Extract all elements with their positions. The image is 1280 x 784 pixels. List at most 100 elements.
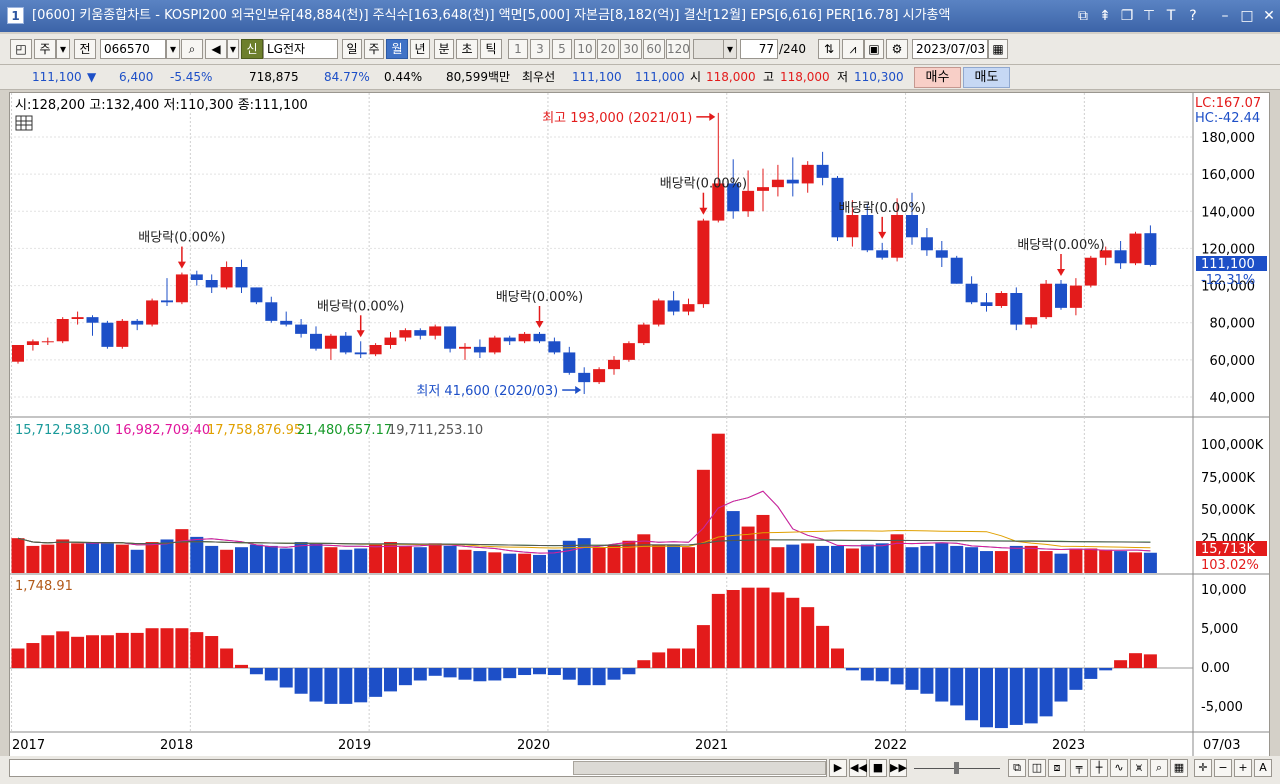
pin-icon[interactable]: ⇞ — [1094, 0, 1116, 32]
oscillator-bar — [994, 668, 1008, 729]
volume-bar — [756, 514, 770, 573]
overlay-icon[interactable]: ⧈ — [1048, 759, 1066, 777]
best-quote-label: 최우선 — [522, 70, 556, 84]
zoom-out-icon[interactable]: − — [1214, 759, 1232, 777]
date-input[interactable]: 2023/07/03 — [912, 39, 988, 59]
interval-1[interactable]: 1 — [508, 39, 528, 59]
crosshair-icon[interactable]: ✛ — [1194, 759, 1212, 777]
candle-body — [190, 274, 203, 280]
stock-code-input[interactable]: 066570 — [100, 39, 166, 59]
speaker-icon[interactable]: ◀ — [205, 39, 227, 59]
link-icon[interactable]: ⧉ — [1072, 0, 1094, 32]
bar-style-icon[interactable]: ╤ — [1070, 759, 1088, 777]
interval-60[interactable]: 60 — [643, 39, 665, 59]
period-tick[interactable]: 틱 — [480, 39, 502, 59]
candle-body — [1040, 283, 1053, 318]
period-month[interactable]: 월 — [386, 39, 408, 59]
candle-body — [384, 337, 397, 345]
text-icon[interactable]: T — [1160, 0, 1182, 32]
buy-button[interactable]: 매수 — [914, 67, 961, 88]
volume-bar — [1084, 548, 1098, 573]
composite-chart[interactable]: 180,000160,000140,000120,000100,00080,00… — [10, 93, 1269, 757]
always-on-top-icon[interactable]: ⊤ — [1138, 0, 1160, 32]
trend-tool-icon[interactable]: ⩘ — [842, 39, 864, 59]
fast-forward-icon[interactable]: ▶▶ — [889, 759, 907, 777]
interval-dropdown-icon[interactable]: ▾ — [723, 39, 737, 59]
font-size-icon[interactable]: A — [1254, 759, 1272, 777]
rewind-icon[interactable]: ◀◀ — [849, 759, 867, 777]
period-year[interactable]: 년 — [410, 39, 430, 59]
volume-bar — [875, 543, 889, 573]
maximize-icon[interactable]: □ — [1236, 0, 1258, 32]
help-icon[interactable]: ? — [1182, 0, 1204, 32]
interval-5[interactable]: 5 — [552, 39, 572, 59]
volume-bar — [369, 544, 383, 573]
search-icon[interactable]: ⌕ — [181, 39, 203, 59]
split-view-icon[interactable]: ◫ — [1028, 759, 1046, 777]
code-dropdown-icon[interactable]: ▾ — [166, 39, 180, 59]
volume-bar — [11, 538, 25, 573]
window-layout-icon[interactable]: ⧉ — [1008, 759, 1026, 777]
close-icon[interactable]: ✕ — [1258, 0, 1280, 32]
period-minute[interactable]: 분 — [434, 39, 454, 59]
stock-name-field[interactable]: LG전자 — [263, 39, 338, 59]
volume-bar — [1069, 548, 1083, 573]
count-input[interactable]: 77 — [740, 39, 778, 59]
dividend-arrow-head — [1057, 269, 1065, 276]
layout-icon[interactable]: ◰ — [10, 39, 32, 59]
volume-bar — [965, 547, 979, 573]
low-label: 저 — [837, 70, 849, 84]
speaker-dropdown-icon[interactable]: ▾ — [227, 39, 239, 59]
scroll-right-icon[interactable]: ▶ — [829, 759, 847, 777]
high-price: 118,000 — [780, 70, 830, 84]
calendar-icon[interactable]: ▦ — [988, 39, 1008, 59]
grid-toggle-icon[interactable]: ▦ — [1170, 759, 1188, 777]
gear-icon[interactable]: ⚙ — [886, 39, 908, 59]
interval-20[interactable]: 20 — [597, 39, 619, 59]
zoom-slider-handle[interactable] — [954, 762, 959, 774]
zoom-tool-icon[interactable]: ⌕ — [1150, 759, 1168, 777]
volume-bar — [533, 554, 546, 573]
interval-30[interactable]: 30 — [620, 39, 642, 59]
period-second[interactable]: 초 — [456, 39, 478, 59]
high-annotation: 최고 193,000 (2021/01) — [542, 111, 692, 126]
full-range-button[interactable]: 전 — [74, 39, 96, 59]
oscillator-value: 1,748.91 — [15, 579, 73, 594]
interval-120[interactable]: 120 — [666, 39, 690, 59]
candle-body — [995, 293, 1008, 306]
candle-style-icon[interactable]: ┼ — [1090, 759, 1108, 777]
candle-body — [757, 187, 769, 191]
candle-body — [146, 300, 159, 325]
restore-window-icon[interactable]: ❐ — [1116, 0, 1138, 32]
minimize-icon[interactable]: – — [1214, 0, 1236, 32]
save-icon[interactable]: ▣ — [864, 39, 884, 59]
candle-body — [816, 164, 829, 178]
interval-3[interactable]: 3 — [530, 39, 550, 59]
volume-bar — [458, 549, 472, 573]
window-controls: ⧉ ⇞ ❐ ⊤ T ? – □ ✕ — [1072, 0, 1280, 32]
volume-bar — [1129, 552, 1142, 573]
scrollbar-thumb[interactable] — [573, 761, 826, 775]
volume-bar — [41, 544, 55, 573]
volume-bar — [190, 536, 204, 573]
candle-body — [1069, 285, 1082, 308]
chart-scrollbar[interactable] — [9, 759, 827, 777]
oscillator-bar — [1039, 668, 1053, 717]
area-style-icon[interactable]: ⩙ — [1130, 759, 1148, 777]
oscillator-bar — [309, 668, 323, 702]
period-type-select[interactable]: 주 — [34, 39, 56, 59]
scale-icon[interactable]: ⇅ — [818, 39, 840, 59]
line-style-icon[interactable]: ∿ — [1110, 759, 1128, 777]
vol-tick-2: 75,000K — [1201, 471, 1255, 486]
table-icon[interactable] — [15, 115, 33, 131]
candle-body — [1084, 257, 1097, 286]
stop-icon[interactable]: ■ — [869, 759, 887, 777]
period-day[interactable]: 일 — [342, 39, 362, 59]
chart-area[interactable]: 180,000 160,000 140,000 120,000 100,000 80,00… — [9, 92, 1270, 758]
sell-button[interactable]: 매도 — [963, 67, 1010, 88]
zoom-in-icon[interactable]: + — [1234, 759, 1252, 777]
chevron-down-icon[interactable]: ▾ — [56, 39, 70, 59]
period-week[interactable]: 주 — [364, 39, 384, 59]
candle-body — [622, 343, 635, 360]
interval-10[interactable]: 10 — [574, 39, 596, 59]
